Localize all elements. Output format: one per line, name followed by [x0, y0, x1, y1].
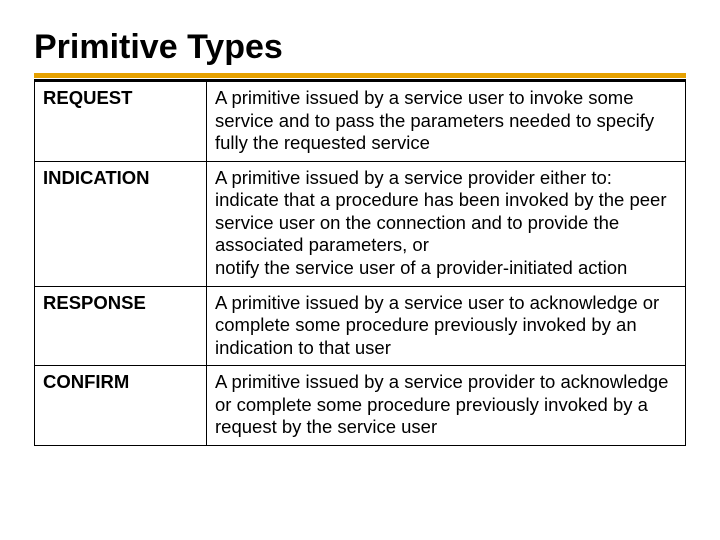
table-row: INDICATION A primitive issued by a servi…	[35, 161, 686, 286]
desc-cell: A primitive issued by a service user to …	[207, 286, 686, 366]
primitive-types-table: REQUEST A primitive issued by a service …	[34, 81, 686, 446]
orange-rule	[34, 73, 686, 78]
desc-line: indicate that a procedure has been invok…	[215, 189, 677, 257]
black-rule	[34, 79, 686, 81]
slide-title: Primitive Types	[34, 28, 686, 67]
slide: Primitive Types REQUEST A primitive issu…	[0, 0, 720, 540]
term-cell: REQUEST	[35, 82, 207, 162]
term-cell: RESPONSE	[35, 286, 207, 366]
table-row: CONFIRM A primitive issued by a service …	[35, 366, 686, 446]
desc-cell: A primitive issued by a service provider…	[207, 366, 686, 446]
desc-cell: A primitive issued by a service provider…	[207, 161, 686, 286]
table-row: REQUEST A primitive issued by a service …	[35, 82, 686, 162]
table-row: RESPONSE A primitive issued by a service…	[35, 286, 686, 366]
term-cell: CONFIRM	[35, 366, 207, 446]
desc-line: notify the service user of a provider-in…	[215, 257, 677, 280]
desc-line: A primitive issued by a service provider…	[215, 167, 677, 190]
term-cell: INDICATION	[35, 161, 207, 286]
title-underline	[34, 73, 686, 81]
desc-cell: A primitive issued by a service user to …	[207, 82, 686, 162]
